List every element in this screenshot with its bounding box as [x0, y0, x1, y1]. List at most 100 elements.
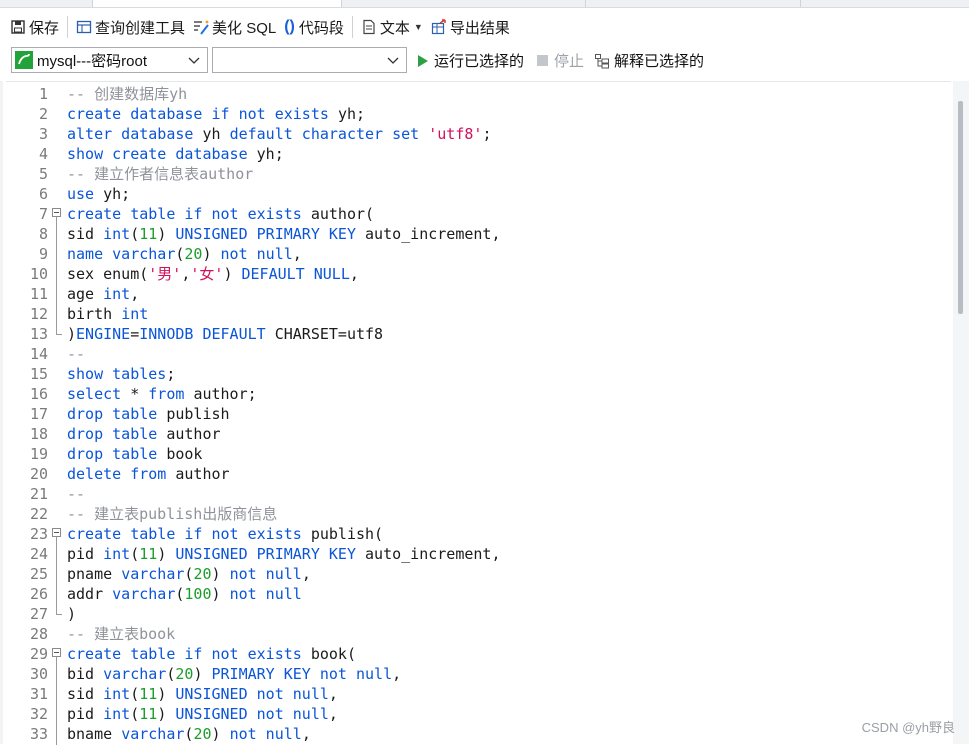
vertical-scrollbar[interactable] — [953, 81, 969, 744]
code-line[interactable]: 28 -- 建立表book — [6, 624, 951, 644]
code-token: ) — [157, 685, 176, 703]
code-line[interactable]: 32 pid int(11) UNSIGNED not null, — [6, 704, 951, 724]
line-number: 11 — [29, 285, 48, 303]
line-number: 12 — [29, 305, 48, 323]
code-token: UNSIGNED PRIMARY KEY — [175, 545, 366, 563]
code-line[interactable]: 20 delete from author — [6, 464, 951, 484]
code-token: ) — [157, 705, 176, 723]
database-select[interactable] — [212, 47, 407, 73]
code-line[interactable]: 31 sid int(11) UNSIGNED not null, — [6, 684, 951, 704]
code-line[interactable]: 18 drop table author — [6, 424, 951, 444]
stop-button[interactable]: 停止 — [537, 50, 584, 71]
line-number: 21 — [29, 485, 48, 503]
code-token: select — [67, 385, 131, 403]
save-button[interactable]: 保存 — [6, 14, 63, 40]
code-line[interactable]: 19 drop table book — [6, 444, 951, 464]
code-line[interactable]: 9 name varchar(20) not null, — [6, 244, 951, 264]
code-line[interactable]: 3 alter database yh default character set… — [6, 124, 951, 144]
connection-select[interactable]: mysql---密码root — [11, 47, 208, 73]
code-text: drop table book — [67, 444, 202, 464]
code-snippet-button[interactable]: () 代码段 — [280, 14, 348, 40]
code-token: alter database — [67, 125, 203, 143]
code-line[interactable]: 30 bid varchar(20) PRIMARY KEY not null, — [6, 664, 951, 684]
main-toolbar: 保存 查询创建工具 美化 SQL () 代码段 文本 ▼ 导出结果 — [0, 9, 969, 45]
run-selected-button[interactable]: 运行已选择的 — [418, 50, 524, 71]
code-line[interactable]: 13)ENGINE=INNODB DEFAULT CHARSET=utf8 — [6, 324, 951, 344]
fold-toggle-icon[interactable] — [52, 208, 61, 217]
code-text: -- 建立表book — [67, 624, 175, 644]
code-token: '男' — [148, 265, 182, 283]
line-number: 16 — [29, 385, 48, 403]
code-line[interactable]: 5 -- 建立作者信息表author — [6, 164, 951, 184]
export-icon — [431, 19, 447, 35]
code-line[interactable]: 7 create table if not exists author( — [6, 204, 951, 224]
code-token: '女' — [190, 265, 224, 283]
code-token: publish — [166, 405, 230, 423]
run-selected-label: 运行已选择的 — [434, 53, 525, 70]
code-line[interactable]: 22 -- 建立表publish出版商信息 — [6, 504, 951, 524]
code-line[interactable]: 2 create database if not exists yh; — [6, 104, 951, 124]
line-number: 7 — [38, 205, 48, 223]
code-text: drop table author — [67, 424, 221, 444]
code-line[interactable]: 33 bname varchar(20) not null, — [6, 724, 951, 744]
code-token: publish( — [310, 525, 384, 543]
code-token: varchar — [121, 565, 185, 583]
document-icon — [361, 19, 377, 35]
code-line[interactable]: 21 -- — [6, 484, 951, 504]
code-token: 11 — [139, 545, 158, 563]
code-line[interactable]: 29 create table if not exists book( — [6, 644, 951, 664]
export-results-button[interactable]: 导出结果 — [427, 14, 514, 40]
fold-toggle-icon[interactable] — [52, 648, 61, 657]
explain-selected-button[interactable]: 解释已选择的 — [594, 50, 704, 71]
explain-icon — [594, 53, 610, 69]
code-token: int — [103, 285, 131, 303]
line-number: 19 — [29, 445, 48, 463]
code-token: , — [328, 685, 338, 703]
code-token: bname — [67, 725, 122, 743]
beautify-sql-button[interactable]: 美化 SQL — [189, 14, 280, 40]
save-label: 保存 — [29, 19, 60, 37]
code-line[interactable]: 8 sid int(11) UNSIGNED PRIMARY KEY auto_i… — [6, 224, 951, 244]
code-line[interactable]: 12 birth int — [6, 304, 951, 324]
code-token: ; — [482, 125, 492, 143]
code-token: int — [103, 705, 131, 723]
code-line[interactable]: 15 show tables; — [6, 364, 951, 384]
code-line[interactable]: 14 -- — [6, 344, 951, 364]
text-label: 文本 — [379, 19, 410, 37]
code-token: , — [301, 565, 311, 583]
code-token: not null — [220, 245, 293, 263]
line-number: 18 — [29, 425, 48, 443]
code-line[interactable]: 16 select * from author; — [6, 384, 951, 404]
code-line[interactable]: 11 age int, — [6, 284, 951, 304]
query-builder-button[interactable]: 查询创建工具 — [72, 14, 189, 40]
code-line[interactable]: 6 use yh; — [6, 184, 951, 204]
code-token: pid — [67, 705, 104, 723]
line-number: 31 — [29, 685, 48, 703]
code-line[interactable]: 26 addr varchar(100) not null — [6, 584, 951, 604]
code-text: age int, — [67, 284, 139, 304]
code-line[interactable]: 25 pname varchar(20) not null, — [6, 564, 951, 584]
query-builder-label: 查询创建工具 — [95, 19, 186, 37]
code-line[interactable]: 4 show create database yh; — [6, 144, 951, 164]
code-line[interactable]: 27) — [6, 604, 951, 624]
scrollbar-thumb[interactable] — [958, 101, 963, 314]
code-token: drop table — [67, 405, 167, 423]
code-line[interactable]: 17 drop table publish — [6, 404, 951, 424]
code-token: use — [67, 185, 104, 203]
code-text: sid int(11) UNSIGNED not null, — [67, 684, 338, 704]
code-token: default character set — [229, 125, 429, 143]
code-line[interactable]: 10 sex enum('男','女') DEFAULT NULL, — [6, 264, 951, 284]
code-token: yh; — [103, 185, 131, 203]
code-token: pid — [67, 545, 104, 563]
code-line[interactable]: 24 pid int(11) UNSIGNED PRIMARY KEY auto_… — [6, 544, 951, 564]
active-tab[interactable] — [92, 0, 342, 7]
text-dropdown-button[interactable]: 文本 ▼ — [357, 14, 427, 40]
code-text: create table if not exists author( — [67, 204, 374, 224]
code-line[interactable]: 23 create table if not exists publish( — [6, 524, 951, 544]
code-token: , — [392, 665, 402, 683]
code-token: -- 建立作者信息表author — [67, 165, 254, 183]
sql-editor[interactable]: 1 -- 创建数据库yh 2 create database if not exist… — [6, 81, 951, 745]
code-line[interactable]: 1 -- 创建数据库yh — [6, 84, 951, 104]
beautify-sql-label: 美化 SQL — [212, 19, 277, 37]
fold-toggle-icon[interactable] — [52, 528, 61, 537]
